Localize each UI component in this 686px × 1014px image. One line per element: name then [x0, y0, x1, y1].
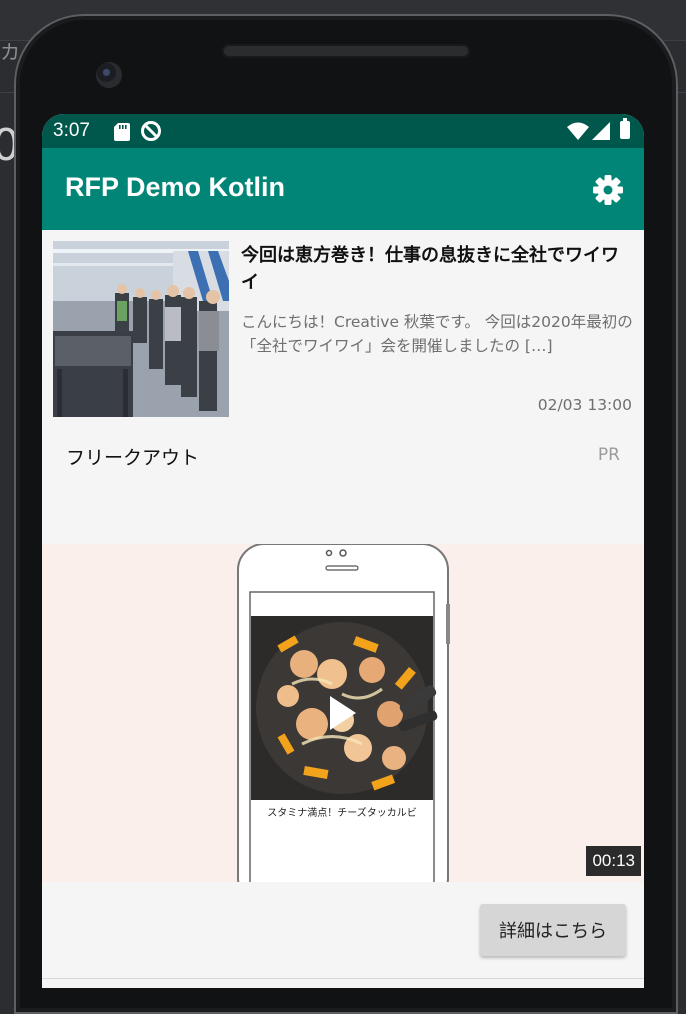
article-excerpt: こんにちは！Creative 秋葉です。 今回は2020年最初の「全社でワイワイ… — [241, 313, 633, 355]
app-screen: 3:07 RFP Demo Kotlin 今回は恵方巻き！仕事の息抜きに全社でワ… — [42, 114, 644, 988]
ad-video-frame: スタミナ満点！チーズタッカルビ — [237, 544, 450, 882]
detail-button[interactable]: 詳細はこちら — [480, 904, 626, 956]
front-camera-icon — [96, 62, 122, 88]
article-date: 02/03 13:00 — [537, 396, 632, 414]
list-divider — [42, 978, 644, 979]
speaker-grille — [222, 44, 470, 58]
ad-footer: 詳細はこちら — [42, 882, 644, 978]
ad-advertiser-name: フリークアウト — [66, 447, 200, 469]
video-duration: 00:13 — [586, 846, 641, 876]
ad-header: フリークアウト PR — [42, 429, 644, 541]
status-time: 3:07 — [53, 120, 90, 141]
battery-icon — [620, 118, 630, 139]
article-card[interactable]: 今回は恵方巻き！仕事の息抜きに全社でワイワイ こんにちは！Creative 秋葉… — [42, 230, 644, 428]
status-bar: 3:07 — [42, 114, 644, 148]
sd-card-icon — [114, 123, 130, 141]
ad-pr-label: PR — [597, 445, 620, 465]
wifi-icon — [567, 122, 589, 140]
article-thumbnail — [53, 241, 229, 417]
ad-video-caption: スタミナ満点！チーズタッカルビ — [267, 806, 417, 819]
article-title: 今回は恵方巻き！仕事の息抜きに全社でワイワイ — [241, 245, 619, 293]
ad-video[interactable]: スタミナ満点！チーズタッカルビ 00:13 — [42, 544, 644, 882]
data-saver-icon — [141, 121, 161, 141]
signal-icon — [592, 122, 610, 140]
app-title: RFP Demo Kotlin — [65, 172, 286, 202]
app-bar: RFP Demo Kotlin — [42, 148, 644, 230]
settings-gear-icon[interactable] — [592, 174, 624, 206]
